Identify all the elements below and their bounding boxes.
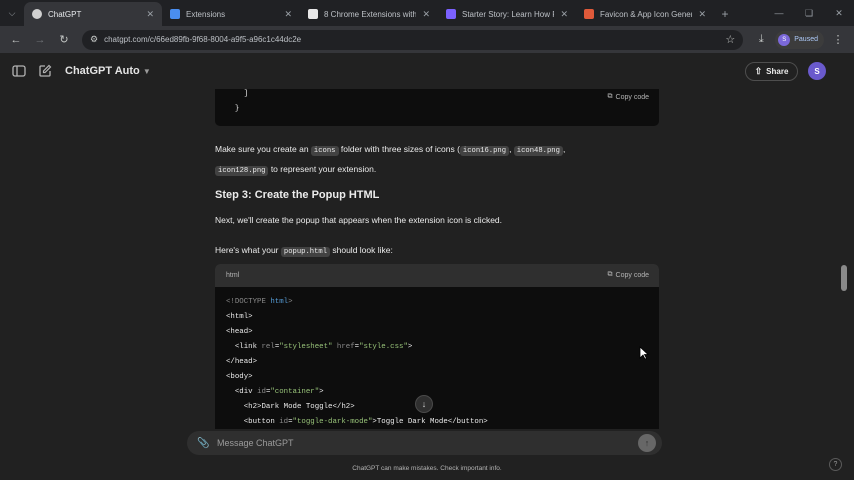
window-controls: — ❏ ✕ (764, 0, 854, 26)
inline-code: icons (310, 146, 339, 156)
inline-code: icon16.png (459, 146, 510, 156)
sidebar-toggle-icon[interactable] (12, 64, 26, 78)
share-label: Share (766, 67, 789, 76)
browser-tab-extensions[interactable]: Extensions ✕ (162, 2, 300, 26)
browser-tab-starter-story[interactable]: Starter Story: Learn How Pe ✕ (438, 2, 576, 26)
browser-tab-chrome-extensions-article[interactable]: 8 Chrome Extensions with Ir ✕ (300, 2, 438, 26)
copy-label: Copy code (615, 93, 649, 101)
browser-tab-chatgpt[interactable]: ChatGPT ✕ (24, 2, 162, 26)
share-button[interactable]: ⇧ Share (745, 62, 798, 81)
code-block-json: ] } ⧉ Copy code (215, 89, 659, 126)
close-window-icon[interactable]: ✕ (824, 0, 854, 26)
new-tab-button[interactable]: + (714, 2, 736, 26)
minimize-icon[interactable]: — (764, 0, 794, 26)
inline-code: icon48.png (513, 146, 563, 156)
inline-code: icon128.png (215, 166, 269, 176)
message-input[interactable] (217, 438, 638, 448)
code-block-header: html ⧉ Copy code (215, 264, 659, 287)
chatgpt-favicon-icon (32, 9, 42, 19)
tab-close-icon[interactable]: ✕ (146, 9, 154, 20)
tab-close-icon[interactable]: ✕ (422, 9, 430, 20)
attach-file-icon[interactable]: 📎 (197, 438, 211, 449)
profile-avatar: S (778, 33, 791, 46)
tab-label: ChatGPT (48, 9, 82, 19)
help-button[interactable]: ? (829, 458, 842, 471)
inline-code: popup.html (280, 247, 331, 257)
profile-paused-button[interactable]: S Paused (775, 30, 824, 49)
code-content: ] } (226, 90, 249, 113)
browser-menu-icon[interactable]: ⋮ (828, 30, 848, 50)
forward-arrow-icon[interactable]: → (30, 30, 50, 50)
paragraph-next: Next, we'll create the popup that appear… (215, 215, 503, 225)
favicon-generator-favicon-icon (584, 9, 594, 19)
tab-label: Favicon & App Icon Generat (600, 9, 693, 19)
reload-icon[interactable]: ↻ (54, 30, 74, 50)
share-icon: ⇧ (754, 66, 763, 76)
model-name: ChatGPT Auto (65, 65, 140, 77)
paragraph-icons: Make sure you create an icons folder wit… (215, 144, 566, 176)
chevron-down-icon: ▼ (142, 67, 151, 76)
disclaimer-text: ChatGPT can make mistakes. Check importa… (352, 465, 502, 472)
new-chat-icon[interactable] (38, 64, 52, 78)
step-3-heading: Step 3: Create the Popup HTML (215, 189, 380, 201)
tab-label: 8 Chrome Extensions with Ir (324, 9, 417, 19)
page-scrollbar[interactable] (840, 89, 848, 429)
scrollbar-thumb[interactable] (841, 265, 847, 291)
tab-close-icon[interactable]: ✕ (698, 9, 706, 20)
mouse-cursor-icon (639, 346, 649, 360)
message-composer: 📎 ↑ (187, 431, 662, 455)
maximize-icon[interactable]: ❏ (794, 0, 824, 26)
tab-search-icon[interactable]: ⌵ (0, 0, 24, 26)
copy-icon: ⧉ (607, 93, 613, 100)
browser-tab-favicon-generator[interactable]: Favicon & App Icon Generat ✕ (576, 2, 714, 26)
user-avatar[interactable]: S (808, 62, 826, 80)
puzzle-icon (170, 9, 180, 19)
code-language-label: html (226, 272, 240, 279)
tab-label: Extensions (186, 9, 226, 19)
copy-code-button[interactable]: ⧉ Copy code (608, 271, 649, 279)
download-icon[interactable]: ⤓ (751, 30, 771, 50)
copy-label: Copy code (615, 271, 649, 279)
code-content: <!DOCTYPE html> <html> <head> <link rel=… (226, 298, 488, 426)
model-selector[interactable]: ChatGPT Auto ▼ (65, 65, 151, 77)
profile-status-label: Paused (794, 36, 818, 43)
tab-close-icon[interactable]: ✕ (284, 9, 292, 20)
copy-code-button[interactable]: ⧉ Copy code (608, 93, 649, 101)
browser-toolbar: ← → ↻ ⚙ chatgpt.com/c/66ed89fb-9f68-8004… (0, 26, 854, 53)
send-button[interactable]: ↑ (638, 434, 656, 452)
back-arrow-icon[interactable]: ← (6, 30, 26, 50)
scroll-to-bottom-button[interactable]: ↓ (415, 395, 433, 413)
bookmark-star-icon[interactable]: ☆ (725, 33, 735, 46)
browser-tab-strip: ⌵ ChatGPT ✕ Extensions ✕ 8 Chrome Extens… (0, 0, 854, 26)
paragraph-popup: Here's what your popup.html should look … (215, 245, 393, 257)
site-info-icon[interactable]: ⚙ (90, 34, 98, 45)
code-block-html: html ⧉ Copy code <!DOCTYPE html> <html> … (215, 264, 659, 429)
page-favicon-icon (308, 9, 318, 19)
starter-story-favicon-icon (446, 9, 456, 19)
copy-icon: ⧉ (607, 271, 613, 278)
address-bar[interactable]: ⚙ chatgpt.com/c/66ed89fb-9f68-8004-a9f5-… (82, 29, 744, 50)
chat-content: ] } ⧉ Copy code Make sure you create an … (0, 89, 854, 429)
tab-close-icon[interactable]: ✕ (560, 9, 568, 20)
url-text[interactable]: chatgpt.com/c/66ed89fb-9f68-8004-a9f5-a9… (104, 35, 719, 44)
app-header: ChatGPT Auto ▼ ⇧ Share S (0, 53, 854, 89)
tab-label: Starter Story: Learn How Pe (462, 9, 555, 19)
